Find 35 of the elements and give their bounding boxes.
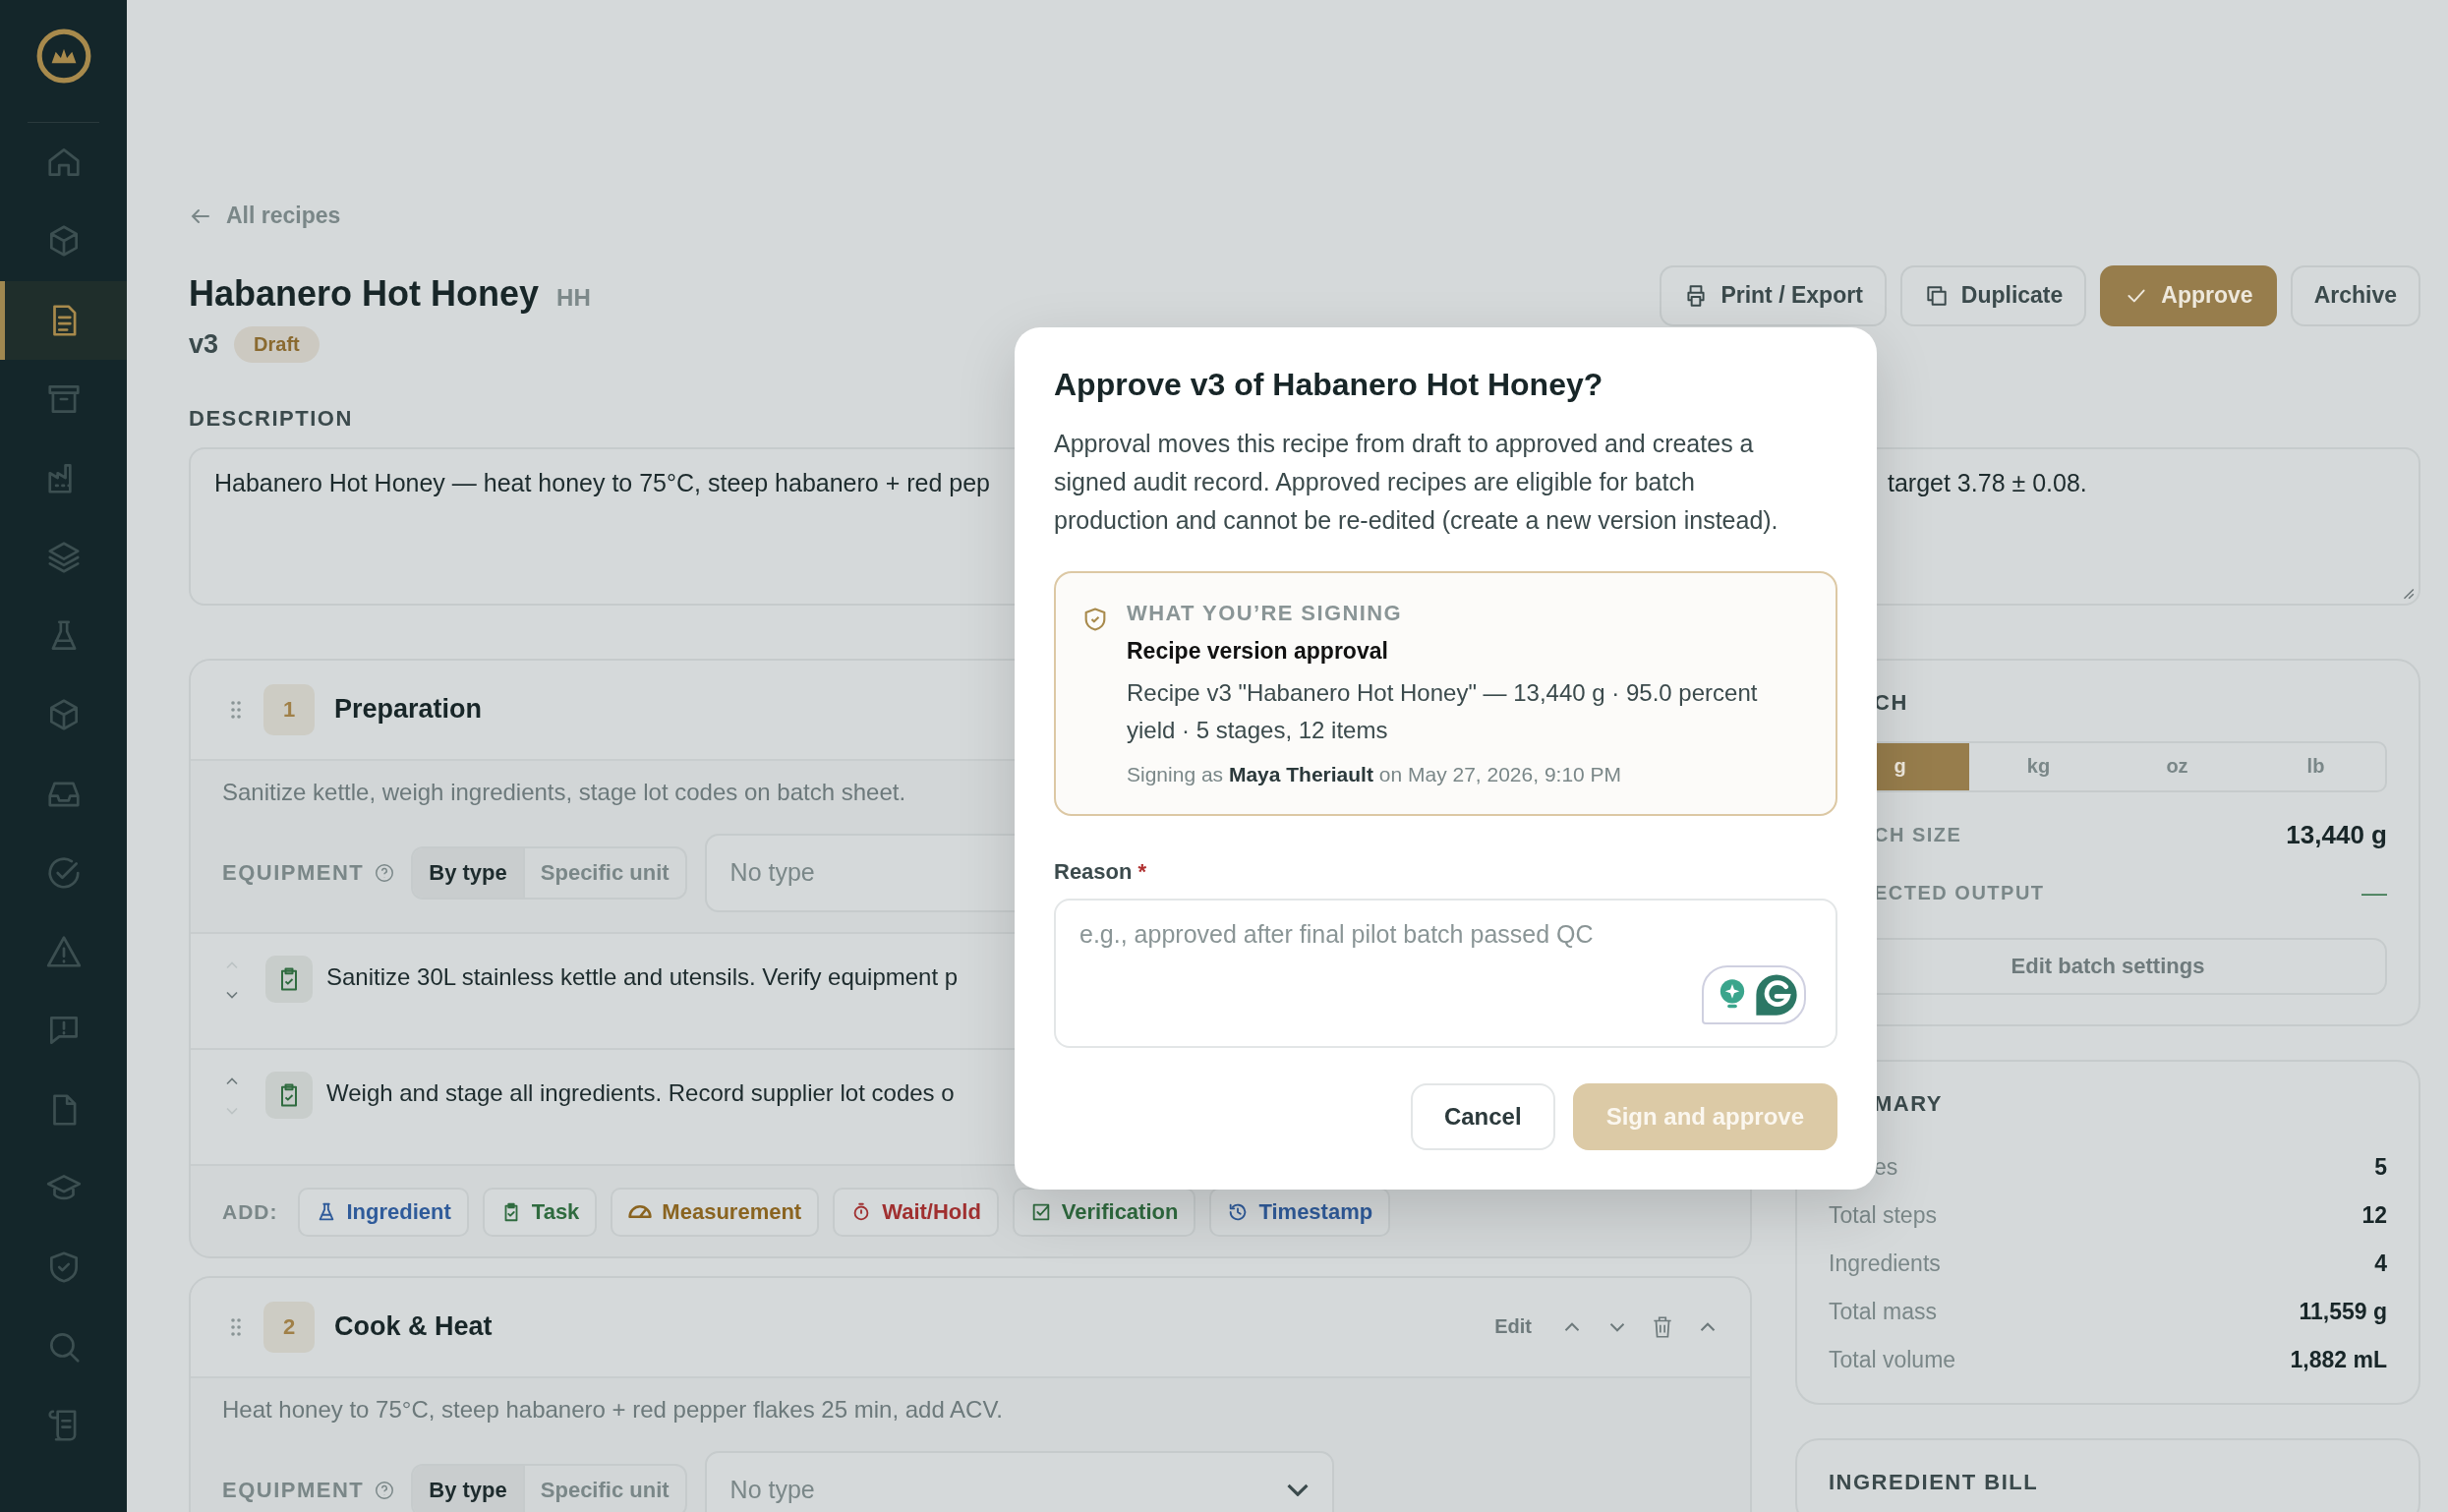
summary-label: Total mass [1829, 1298, 1937, 1325]
summary-label: Total volume [1829, 1346, 1956, 1373]
signing-details: Recipe v3 "Habanero Hot Honey" — 13,440 g · 95.0 percent yield · 5 stages, 12 items [1127, 678, 1759, 745]
equipment-label: EQUIPMENT [222, 1477, 365, 1503]
section-label: DESCRIPTION [189, 405, 354, 432]
stage-number: 2 [263, 1301, 315, 1353]
summary-value: 11,559 g [2299, 1298, 2387, 1325]
summary-value: 1,882 mL [2290, 1346, 2387, 1373]
summary-label: Total steps [1829, 1201, 1937, 1229]
summary-value: 12 [2361, 1201, 2387, 1229]
stage-title: Preparation [334, 694, 483, 725]
stage-number: 1 [263, 683, 315, 735]
signing-title: Recipe version approval [1127, 638, 1389, 665]
version-label: v3 [189, 328, 219, 360]
step-text: Weigh and stage all ingredients. Record supplier lot codes o [326, 1078, 955, 1107]
summary-value: 4 [2374, 1250, 2387, 1277]
stage-description: Sanitize kettle, weigh ingredients, stage lot codes on batch sheet. [222, 778, 907, 806]
required-mark: * [1137, 859, 1147, 885]
status-badge: Draft [234, 325, 320, 363]
equipment-label: EQUIPMENT [222, 859, 365, 886]
dialog-title: Approve v3 of Habanero Hot Honey? [1054, 367, 1604, 403]
summary-value: 5 [2374, 1153, 2387, 1181]
batch-value: 13,440 g [2286, 819, 2387, 850]
signer-line: Signing as Maya Theriault on May 27, 2026, 9:10 PM [1127, 763, 1623, 786]
reason-label: Reason [1054, 859, 1133, 885]
recipe-title: Habanero Hot Honey [189, 272, 540, 315]
card-title: INGREDIENT BILL [1829, 1469, 2040, 1495]
batch-value: — [2361, 877, 2387, 908]
step-text: Sanitize 30L stainless kettle and utensils. Verify equipment p [326, 962, 959, 991]
stage-description: Heat honey to 75°C, steep habanero + red pepper flakes 25 min, add ACV. [222, 1395, 1004, 1424]
add-label: ADD: [222, 1199, 278, 1224]
stage-title: Cook & Heat [334, 1311, 493, 1342]
summary-label: es [1873, 1153, 1898, 1181]
recipe-code: HH [556, 283, 591, 312]
summary-label: Ingredients [1829, 1250, 1941, 1277]
